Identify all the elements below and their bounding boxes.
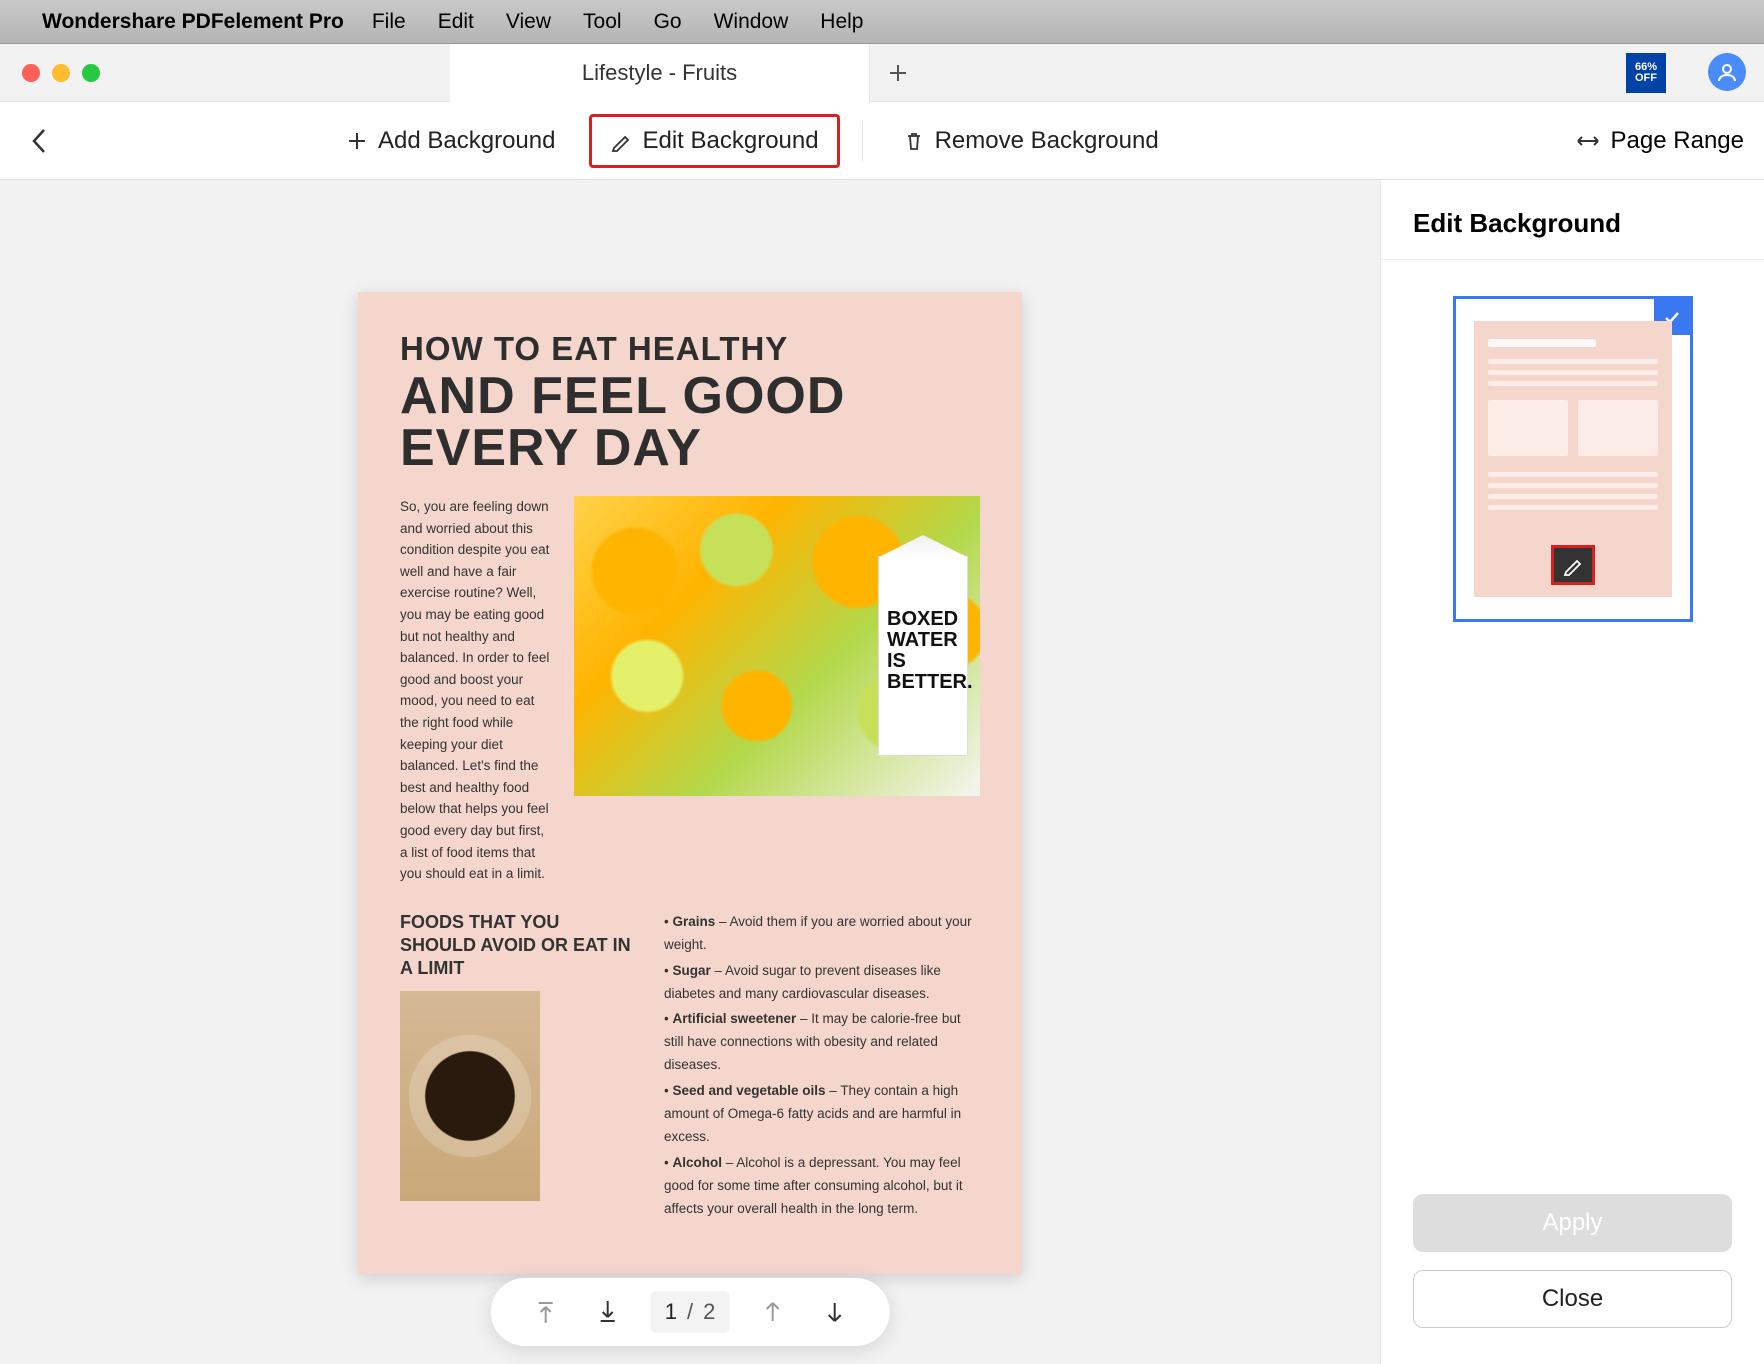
thumb-placeholder-box: [1488, 400, 1568, 456]
menu-edit[interactable]: Edit: [438, 10, 474, 34]
sidebar-title: Edit Background: [1381, 180, 1764, 260]
page-range-label: Page Range: [1611, 127, 1744, 155]
menu-window[interactable]: Window: [714, 10, 789, 34]
add-background-button[interactable]: Add Background: [328, 117, 573, 165]
plus-icon: [346, 130, 368, 152]
minimize-window-button[interactable]: [52, 64, 70, 82]
toolbar-separator: [862, 121, 863, 161]
thumb-placeholder-line: [1488, 359, 1658, 364]
pencil-icon: [610, 130, 632, 152]
page-separator: /: [687, 1299, 693, 1325]
remove-background-label: Remove Background: [935, 127, 1159, 155]
next-page-button[interactable]: [815, 1293, 853, 1331]
main-area: HOW TO EAT HEALTHY AND FEEL GOOD EVERY D…: [0, 180, 1764, 1364]
thumb-placeholder-line: [1488, 381, 1658, 386]
arrow-top-icon: [535, 1299, 557, 1325]
plus-icon: [887, 62, 909, 84]
first-page-button[interactable]: [527, 1293, 565, 1331]
thumb-placeholder-line: [1488, 494, 1658, 499]
thumb-placeholder-boxes: [1488, 400, 1658, 456]
document-tab-label: Lifestyle - Fruits: [582, 60, 737, 86]
thumb-placeholder-line: [1488, 505, 1658, 510]
page-navigation: 1 / 2: [491, 1278, 890, 1346]
document-tab[interactable]: Lifestyle - Fruits: [450, 44, 870, 102]
promo-badge[interactable]: 66% OFF: [1626, 53, 1666, 93]
page-range-icon: [1575, 130, 1601, 152]
sidebar-footer: Apply Close: [1381, 1170, 1764, 1364]
doc-hero-image-wrap: BOXED WATER IS BETTER.: [574, 496, 980, 885]
app-name[interactable]: Wondershare PDFelement Pro: [42, 10, 344, 34]
zoom-window-button[interactable]: [82, 64, 100, 82]
background-thumbnail[interactable]: [1453, 296, 1693, 622]
page-range-button[interactable]: Page Range: [1575, 127, 1744, 155]
thumbnail-edit-button[interactable]: [1551, 545, 1595, 585]
doc-row-1: So, you are feeling down and worried abo…: [400, 496, 980, 885]
thumb-placeholder-line: [1488, 472, 1658, 477]
edit-background-sidebar: Edit Background: [1380, 180, 1764, 1364]
thumb-placeholder-line: [1488, 483, 1658, 488]
last-page-button[interactable]: [589, 1293, 627, 1331]
background-thumbnail-list: [1381, 260, 1764, 658]
menu-file[interactable]: File: [372, 10, 406, 34]
doc-bullet: • Sugar – Avoid sugar to prevent disease…: [664, 960, 980, 1006]
document-page[interactable]: HOW TO EAT HEALTHY AND FEEL GOOD EVERY D…: [358, 292, 1022, 1274]
doc-intro-text: So, you are feeling down and worried abo…: [400, 496, 550, 885]
doc-bullets: • Grains – Avoid them if you are worried…: [664, 911, 980, 1224]
doc-fruit-image: BOXED WATER IS BETTER.: [574, 496, 980, 796]
thumb-placeholder-box: [1578, 400, 1658, 456]
canvas-area[interactable]: HOW TO EAT HEALTHY AND FEEL GOOD EVERY D…: [0, 180, 1380, 1364]
menu-help[interactable]: Help: [820, 10, 863, 34]
page-current: 1: [665, 1299, 677, 1325]
doc-coffee-image: [400, 991, 540, 1201]
doc-left-col: FOODS THAT YOU SHOULD AVOID OR EAT IN A …: [400, 911, 640, 1224]
thumbnail-page: [1474, 321, 1672, 597]
traffic-lights: [22, 64, 100, 82]
remove-background-button[interactable]: Remove Background: [885, 117, 1177, 165]
arrow-down-icon: [823, 1299, 845, 1325]
edit-background-button[interactable]: Edit Background: [589, 114, 839, 168]
pencil-icon: [1562, 554, 1584, 576]
menu-go[interactable]: Go: [654, 10, 682, 34]
close-button[interactable]: Close: [1413, 1270, 1732, 1328]
page-number-field[interactable]: 1 / 2: [651, 1291, 730, 1333]
doc-bullet: • Seed and vegetable oils – They contain…: [664, 1080, 980, 1149]
doc-heading-2: AND FEEL GOOD EVERY DAY: [400, 370, 980, 474]
close-window-button[interactable]: [22, 64, 40, 82]
apply-button[interactable]: Apply: [1413, 1194, 1732, 1252]
window-tabbar: Lifestyle - Fruits 66% OFF: [0, 44, 1764, 102]
edit-background-label: Edit Background: [642, 127, 818, 155]
trash-icon: [903, 130, 925, 152]
background-toolbar: Add Background Edit Background Remove Ba…: [0, 102, 1764, 180]
thumb-placeholder-line: [1488, 339, 1597, 347]
menu-view[interactable]: View: [506, 10, 551, 34]
arrow-up-icon: [761, 1299, 783, 1325]
prev-page-button[interactable]: [753, 1293, 791, 1331]
doc-carton-text: BOXED WATER IS BETTER.: [887, 569, 959, 693]
back-button[interactable]: [18, 119, 60, 163]
chevron-left-icon: [30, 127, 48, 155]
doc-milk-carton: BOXED WATER IS BETTER.: [878, 556, 968, 756]
doc-heading-1: HOW TO EAT HEALTHY: [400, 330, 980, 368]
doc-bullet: • Artificial sweetener – It may be calor…: [664, 1008, 980, 1077]
person-icon: [1716, 61, 1738, 83]
thumb-placeholder-line: [1488, 370, 1658, 375]
account-button[interactable]: [1708, 53, 1746, 91]
menu-tool[interactable]: Tool: [583, 10, 622, 34]
page-total: 2: [703, 1299, 715, 1325]
promo-line2: OFF: [1635, 73, 1657, 84]
macos-menubar: Wondershare PDFelement Pro File Edit Vie…: [0, 0, 1764, 44]
arrow-bottom-icon: [597, 1299, 619, 1325]
doc-subheading: FOODS THAT YOU SHOULD AVOID OR EAT IN A …: [400, 911, 640, 981]
new-tab-button[interactable]: [870, 44, 926, 102]
doc-row-2: FOODS THAT YOU SHOULD AVOID OR EAT IN A …: [400, 911, 980, 1224]
add-background-label: Add Background: [378, 127, 555, 155]
doc-bullet: • Alcohol – Alcohol is a depressant. You…: [664, 1152, 980, 1221]
doc-bullet: • Grains – Avoid them if you are worried…: [664, 911, 980, 957]
